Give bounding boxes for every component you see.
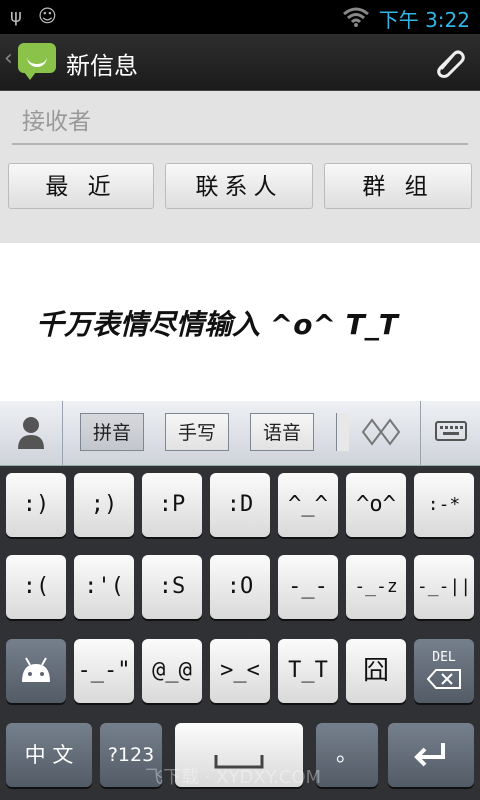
keyboard: 拼音 手写 语音 :) ;) :P :D ^_^ ^o^ :-* :( :'( … [0, 401, 480, 800]
emoticon-key[interactable]: -_-|| [414, 555, 474, 619]
emoticon-key[interactable]: 囧 [346, 639, 406, 703]
watermark: 飞下载 · XYDXY.COM [145, 767, 322, 788]
emoticon-key[interactable]: :-* [414, 473, 474, 537]
emoticon-key[interactable]: >_< [210, 639, 270, 703]
message-text: 千万表情尽情输入 ^o^ T_T [36, 308, 398, 341]
emoticon-key[interactable]: ^o^ [346, 473, 406, 537]
mode-handwriting-button[interactable]: 手写 [165, 413, 229, 451]
page-title: 新信息 [66, 52, 138, 80]
emoticon-key[interactable]: :) [6, 473, 66, 537]
keyboard-switch-icon[interactable] [434, 419, 468, 445]
toolbar-more-edge [336, 413, 349, 451]
emoticon-key[interactable]: T_T [278, 639, 338, 703]
android-icon: ☺ [38, 6, 57, 27]
emoticon-key[interactable]: -_-" [74, 639, 134, 703]
android-icon [22, 657, 50, 682]
backspace-icon [426, 669, 461, 689]
messaging-app-icon[interactable] [18, 43, 56, 80]
recipient-area: 最 近 联系人 群 组 [0, 91, 480, 243]
action-bar: ‹ 新信息 [0, 34, 480, 91]
groups-button[interactable]: 群 组 [324, 163, 472, 209]
recent-button[interactable]: 最 近 [8, 163, 154, 209]
mode-pinyin-button[interactable]: 拼音 [80, 413, 144, 451]
contacts-button[interactable]: 联系人 [165, 163, 313, 209]
clock: 下午 3:22 [378, 8, 470, 32]
emoticon-key[interactable]: @_@ [142, 639, 202, 703]
message-area[interactable]: 千万表情尽情输入 ^o^ T_T [0, 243, 480, 401]
emoticon-key[interactable]: :O [210, 555, 270, 619]
emoticon-key[interactable]: ^_^ [278, 473, 338, 537]
emoticon-key[interactable]: :P [142, 473, 202, 537]
emoticon-key[interactable]: -_- [278, 555, 338, 619]
delete-key-label: DEL [432, 650, 456, 665]
android-emoji-key[interactable] [6, 639, 66, 703]
period-key[interactable]: 。 [316, 723, 378, 787]
emoticon-key[interactable]: :S [142, 555, 202, 619]
wifi-icon [343, 7, 369, 27]
enter-key[interactable] [388, 723, 474, 787]
emoticon-key[interactable]: :'( [74, 555, 134, 619]
enter-arrow-icon [414, 743, 445, 767]
cursor-diamond-icon[interactable] [360, 417, 402, 447]
mode-voice-button[interactable]: 语音 [250, 413, 314, 451]
emoticon-key[interactable]: -_-z [346, 555, 406, 619]
emoticon-key[interactable]: :( [6, 555, 66, 619]
status-bar: ψ ☺ 下午 3:22 [0, 0, 480, 34]
keyboard-toolbar: 拼音 手写 语音 [0, 401, 480, 466]
back-chevron-icon[interactable]: ‹ [4, 46, 13, 71]
toolbar-divider [62, 401, 63, 465]
toolbar-divider [420, 401, 421, 465]
delete-key[interactable]: DEL [414, 639, 474, 703]
recipient-input[interactable] [12, 101, 468, 145]
paperclip-icon[interactable] [432, 44, 468, 80]
chinese-mode-key[interactable]: 中 文 [6, 723, 92, 787]
emoticon-key[interactable]: ;) [74, 473, 134, 537]
contact-icon[interactable] [16, 415, 46, 449]
emoticon-key[interactable]: :D [210, 473, 270, 537]
usb-icon: ψ [10, 6, 22, 27]
